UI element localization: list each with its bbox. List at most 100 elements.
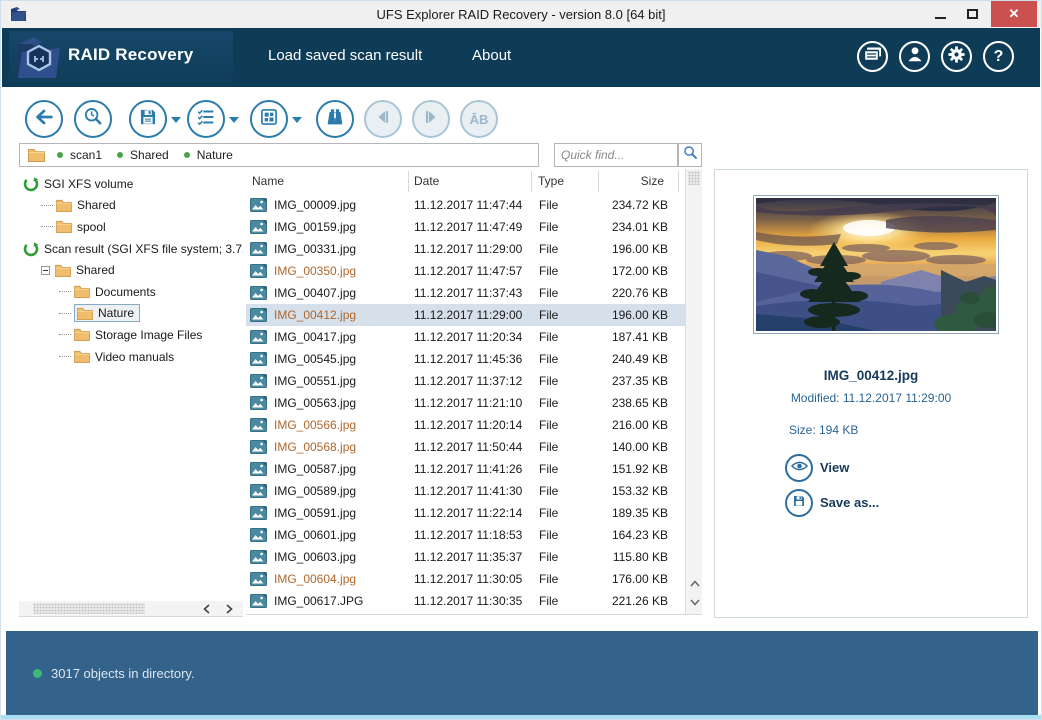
- tree-item-nature[interactable]: Nature: [19, 303, 243, 325]
- menu-about[interactable]: About: [472, 47, 511, 64]
- file-name-cell: IMG_00591.jpg: [246, 506, 408, 520]
- close-button[interactable]: ✕: [991, 1, 1037, 27]
- find-button[interactable]: [316, 100, 354, 138]
- checklist-button[interactable]: [187, 100, 225, 138]
- table-row[interactable]: IMG_00331.jpg11.12.2017 11:29:00File196.…: [246, 238, 685, 260]
- scroll-down-arrow[interactable]: [687, 594, 702, 610]
- table-row[interactable]: IMG_00568.jpg11.12.2017 11:50:44File140.…: [246, 436, 685, 458]
- file-name-cell: IMG_00601.jpg: [246, 528, 408, 542]
- scroll-left-arrow[interactable]: [199, 602, 213, 615]
- file-name: IMG_00563.jpg: [274, 396, 356, 410]
- tree-item-documents[interactable]: Documents: [19, 281, 243, 303]
- maximize-button[interactable]: [957, 1, 987, 27]
- column-header-name[interactable]: Name: [252, 174, 284, 188]
- table-row[interactable]: IMG_00350.jpg11.12.2017 11:47:57File172.…: [246, 260, 685, 282]
- folder-icon: [77, 307, 93, 320]
- checklist-dropdown-arrow[interactable]: [229, 117, 239, 123]
- file-date: 11.12.2017 11:20:14: [408, 418, 532, 432]
- file-type: File: [532, 462, 598, 476]
- file-size: 220.76 KB: [598, 286, 678, 300]
- table-row[interactable]: IMG_00591.jpg11.12.2017 11:22:14File189.…: [246, 502, 685, 524]
- grid-view-button[interactable]: [250, 100, 288, 138]
- table-row[interactable]: IMG_00589.jpg11.12.2017 11:41:30File153.…: [246, 480, 685, 502]
- table-row[interactable]: IMG_00551.jpg11.12.2017 11:37:12File237.…: [246, 370, 685, 392]
- tree-item-shared[interactable]: Shared: [19, 259, 243, 281]
- column-header-type[interactable]: Type: [538, 174, 564, 188]
- scan-button[interactable]: [74, 100, 112, 138]
- view-button[interactable]: [785, 454, 813, 482]
- table-row[interactable]: IMG_00601.jpg11.12.2017 11:18:53File164.…: [246, 524, 685, 546]
- table-row[interactable]: IMG_00563.jpg11.12.2017 11:21:10File238.…: [246, 392, 685, 414]
- grid-dropdown-arrow[interactable]: [292, 117, 302, 123]
- messages-button[interactable]: [857, 41, 888, 72]
- save-as-button-label[interactable]: Save as...: [820, 495, 879, 510]
- tree-item-label: Shared: [76, 263, 115, 277]
- file-type: File: [532, 264, 598, 278]
- file-list-header: Name Date Type Size: [246, 169, 702, 194]
- table-row[interactable]: IMG_00407.jpg11.12.2017 11:37:43File220.…: [246, 282, 685, 304]
- tree-item-scan-result-sgi-xfs-file-system-3-72-gb[interactable]: Scan result (SGI XFS file system; 3.72 G…: [19, 238, 243, 260]
- user-button[interactable]: [899, 41, 930, 72]
- file-name: IMG_00603.jpg: [274, 550, 356, 564]
- preview-modified: Modified: 11.12.2017 11:29:00: [715, 391, 1027, 405]
- table-row[interactable]: IMG_00417.jpg11.12.2017 11:20:34File187.…: [246, 326, 685, 348]
- tree-item-label: Shared: [77, 198, 116, 212]
- tree-item-sgi-xfs-volume[interactable]: SGI XFS volume: [19, 173, 243, 195]
- save-dropdown-arrow[interactable]: [171, 117, 181, 123]
- raid-recovery-logo-icon: [12, 32, 64, 87]
- file-date: 11.12.2017 11:37:43: [408, 286, 532, 300]
- scroll-up-arrow[interactable]: [687, 575, 702, 591]
- table-row[interactable]: IMG_00603.jpg11.12.2017 11:35:37File115.…: [246, 546, 685, 568]
- horizontal-scrollbar[interactable]: [19, 601, 243, 616]
- quick-find-input[interactable]: [554, 143, 678, 167]
- folder-icon: [28, 148, 45, 162]
- preview-panel: IMG_00412.jpg Modified: 11.12.2017 11:29…: [714, 169, 1028, 618]
- table-row[interactable]: IMG_00545.jpg11.12.2017 11:45:36File240.…: [246, 348, 685, 370]
- view-button-label[interactable]: View: [820, 460, 849, 475]
- settings-button[interactable]: [941, 41, 972, 72]
- image-file-icon: [250, 198, 267, 212]
- file-name-cell: IMG_00350.jpg: [246, 264, 408, 278]
- back-button[interactable]: [25, 100, 63, 138]
- help-button[interactable]: ?: [983, 41, 1014, 72]
- table-row[interactable]: IMG_00617.JPG11.12.2017 11:30:35File221.…: [246, 590, 685, 612]
- column-header-date[interactable]: Date: [414, 174, 439, 188]
- divider: [246, 614, 702, 615]
- tree-item-video-manuals[interactable]: Video manuals: [19, 346, 243, 368]
- tree-connector: [59, 313, 71, 314]
- tree-item-storage-image-files[interactable]: Storage Image Files: [19, 324, 243, 346]
- tree-connector: [41, 205, 53, 206]
- table-row[interactable]: IMG_00412.jpg11.12.2017 11:29:00File196.…: [246, 304, 685, 326]
- table-row[interactable]: IMG_00587.jpg11.12.2017 11:41:26File151.…: [246, 458, 685, 480]
- window-bottom-border: [1, 715, 1041, 719]
- breadcrumb-item[interactable]: scan1: [57, 148, 102, 162]
- tree-item-spool[interactable]: spool: [19, 216, 243, 238]
- vertical-scrollbar[interactable]: [685, 169, 702, 614]
- file-size: 240.49 KB: [598, 352, 678, 366]
- column-header-size[interactable]: Size: [598, 174, 674, 188]
- breadcrumb-item[interactable]: Nature: [184, 148, 233, 162]
- app-window: UFS Explorer RAID Recovery - version 8.0…: [0, 0, 1042, 720]
- tree-item-shared[interactable]: Shared: [19, 195, 243, 217]
- table-row[interactable]: IMG_00009.jpg11.12.2017 11:47:44File234.…: [246, 194, 685, 216]
- file-size: 187.41 KB: [598, 330, 678, 344]
- menu-load-saved-scan-result[interactable]: Load saved scan result: [268, 47, 422, 64]
- breadcrumb-item[interactable]: Shared: [117, 148, 169, 162]
- table-row[interactable]: IMG_00159.jpg11.12.2017 11:47:49File234.…: [246, 216, 685, 238]
- horizontal-scrollbar-thumb[interactable]: [33, 603, 145, 614]
- file-type: File: [532, 550, 598, 564]
- save-button[interactable]: [129, 100, 167, 138]
- table-row[interactable]: IMG_00604.jpg11.12.2017 11:30:05File176.…: [246, 568, 685, 590]
- scroll-right-arrow[interactable]: [222, 602, 236, 615]
- quick-find-search-button[interactable]: [678, 143, 702, 167]
- table-row[interactable]: IMG_00566.jpg11.12.2017 11:20:14File216.…: [246, 414, 685, 436]
- file-name-cell: IMG_00568.jpg: [246, 440, 408, 454]
- save-as-button[interactable]: [785, 489, 813, 517]
- vertical-scrollbar-thumb[interactable]: [688, 171, 700, 185]
- minimize-button[interactable]: [925, 1, 955, 27]
- status-text: 3017 objects in directory.: [51, 666, 195, 681]
- tree-item-label: Documents: [95, 285, 156, 299]
- file-type: File: [532, 198, 598, 212]
- collapse-toggle-icon[interactable]: [41, 266, 50, 275]
- file-size: 176.00 KB: [598, 572, 678, 586]
